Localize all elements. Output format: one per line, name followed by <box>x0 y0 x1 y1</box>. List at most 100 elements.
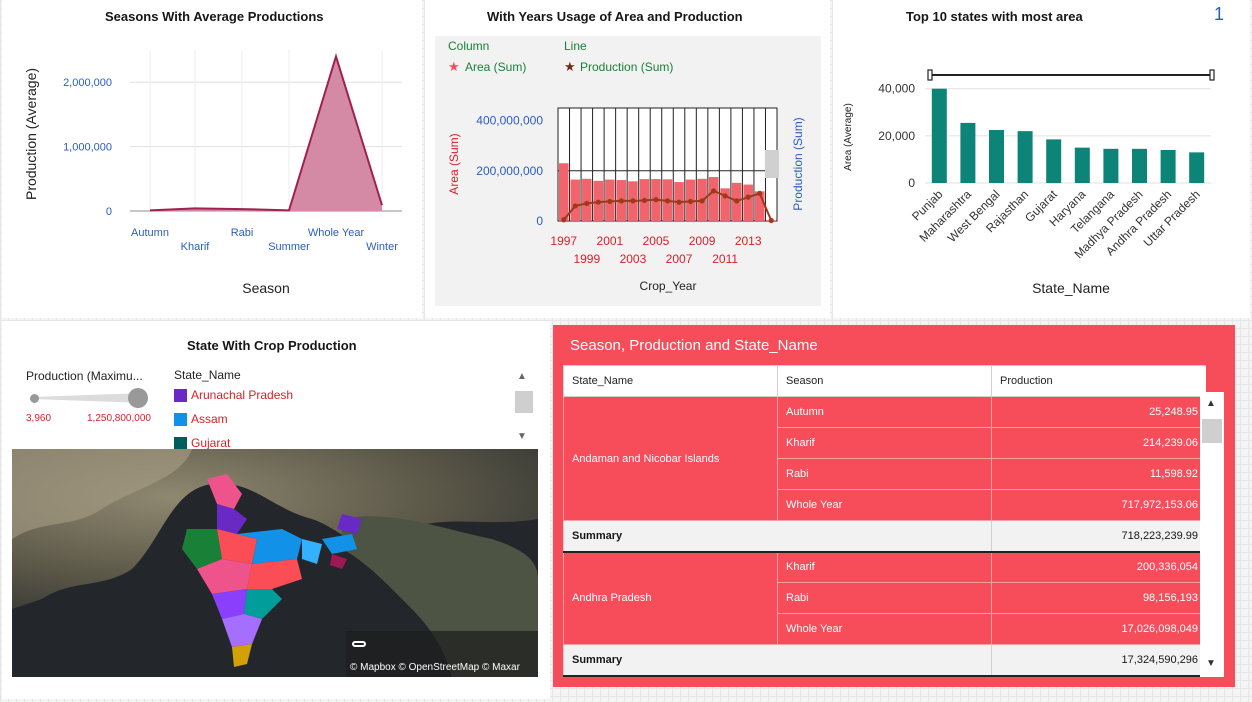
table-row[interactable]: Andhra Pradesh Kharif 200,336,054 <box>563 551 1206 645</box>
y-tick-label: 40,000 <box>878 82 915 96</box>
area-bar <box>1103 148 1119 183</box>
legend-scroll-down-icon[interactable]: ▼ <box>517 431 527 442</box>
production-point <box>618 198 624 204</box>
size-legend-max: 1,250,800,000 <box>87 413 151 424</box>
production-point <box>711 188 717 194</box>
table-title: Season, Production and State_Name <box>570 337 818 354</box>
production-point <box>561 217 567 223</box>
table-scrollbar-thumb[interactable] <box>1202 419 1222 443</box>
area-bar <box>1074 147 1090 183</box>
star-icon: ★ <box>448 59 460 74</box>
y-tick-label: 20,000 <box>878 129 915 143</box>
x-tick-label: 2013 <box>735 234 762 248</box>
column-header-production[interactable]: Production <box>991 365 1206 397</box>
summary-value[interactable]: 718,223,239.99 <box>991 520 1206 553</box>
area-bar <box>720 188 730 221</box>
legend-swatch <box>174 412 187 426</box>
production-cell[interactable]: 200,336,054 <box>991 551 1206 583</box>
top10-bar-chart[interactable]: 020,00040,000PunjabMaharashtraWest Benga… <box>833 0 1250 318</box>
summary-label: Summary <box>563 644 992 677</box>
map-title: State With Crop Production <box>187 338 357 353</box>
x-tick-label: Kharif <box>181 241 211 253</box>
y-tick-label: 1,000,000 <box>63 142 112 154</box>
column-header-state-name[interactable]: State_Name <box>563 365 778 397</box>
map-attribution[interactable]: © Mapbox © OpenStreetMap © Maxar <box>350 662 520 673</box>
table-scroll-up-icon[interactable]: ▲ <box>1206 398 1216 409</box>
crosstab-wrapper[interactable]: State_Name Season Production Andaman and… <box>563 365 1206 677</box>
table-panel[interactable]: Season, Production and State_Name State_… <box>553 325 1235 687</box>
years-panel[interactable]: With Years Usage of Area and Production … <box>425 0 830 318</box>
season-cell[interactable]: Whole Year <box>777 489 992 521</box>
production-point <box>595 199 601 205</box>
area-bar <box>582 178 592 221</box>
crosstab-table: State_Name Season Production Andaman and… <box>563 365 1206 677</box>
legend-scrollbar-thumb[interactable] <box>515 391 533 413</box>
x-tick-label: Summer <box>268 241 310 253</box>
y-tick-label: 0 <box>106 206 112 218</box>
season-cell[interactable]: Whole Year <box>777 613 992 645</box>
y-axis-title: Production (Average) <box>23 68 39 200</box>
legend-scroll-up-icon[interactable]: ▲ <box>517 371 527 382</box>
legend-item-label: Gujarat <box>191 436 231 450</box>
production-cell[interactable]: 17,026,098,049 <box>991 613 1206 645</box>
production-point <box>734 198 740 204</box>
season-cell[interactable]: Rabi <box>777 458 992 490</box>
india-map[interactable]: © Mapbox © OpenStreetMap © Maxar <box>12 449 538 677</box>
y-axis-title: Area (Average) <box>843 103 854 171</box>
years-combo-chart[interactable]: Column Line ★ Area (Sum) ★ Production (Sum) 0 2… <box>425 0 830 318</box>
y2-axis-title: Production (Sum) <box>791 117 805 210</box>
production-point <box>584 200 590 207</box>
production-cell[interactable]: 717,972,153.06 <box>991 489 1206 521</box>
production-cell[interactable]: 214,239.06 <box>991 427 1206 459</box>
production-point <box>630 198 636 204</box>
state-cell[interactable]: Andhra Pradesh <box>563 551 778 645</box>
table-scrollbar[interactable]: ▲ ▼ <box>1200 392 1224 677</box>
table-scroll-down-icon[interactable]: ▼ <box>1206 658 1216 669</box>
map-panel[interactable]: State With Crop Production Production (M… <box>2 321 550 699</box>
production-point <box>641 197 648 204</box>
top10-panel[interactable]: Top 10 states with most area 1 0 20,000 40… <box>833 0 1250 318</box>
area-bar <box>1160 150 1176 183</box>
column-header-season[interactable]: Season <box>777 365 992 397</box>
x-tick-label: 1997 <box>550 234 577 248</box>
zoom-out-icon[interactable] <box>352 641 366 647</box>
legend-column-heading: Column <box>448 39 489 53</box>
range-slider-handle-right <box>1209 69 1215 81</box>
season-cell[interactable]: Autumn <box>777 396 992 428</box>
y-tick-label: 200,000,000 <box>476 164 543 178</box>
summary-row[interactable]: Summary 718,223,239.99 <box>563 520 1206 553</box>
production-point <box>572 203 578 209</box>
legend-item-assam[interactable]: Assam <box>174 412 228 426</box>
legend-item-arunachal-pradesh[interactable]: Arunachal Pradesh <box>174 388 293 402</box>
size-legend-title: Production (Maximu... <box>26 369 143 383</box>
production-cell[interactable]: 25,248.95 <box>991 396 1206 428</box>
x-tick-label: 2003 <box>620 252 647 266</box>
season-cell[interactable]: Kharif <box>777 551 992 583</box>
legend-item-label: Arunachal Pradesh <box>191 388 294 402</box>
plot-scroll-handle <box>765 150 779 178</box>
production-cell[interactable]: 98,156,193 <box>991 582 1206 614</box>
legend-item-gujarat[interactable]: Gujarat <box>174 436 230 450</box>
legend-line-heading: Line <box>564 39 587 53</box>
x-tick-label: 2011 <box>712 252 738 266</box>
table-header-row: State_Name Season Production <box>563 365 1206 397</box>
production-point <box>745 194 751 200</box>
x-tick-label: 2005 <box>643 234 670 248</box>
seasons-area-chart[interactable]: 0 1,000,000 2,000,000 Autumn Kharif Rabi Summe… <box>2 0 422 318</box>
seasons-panel[interactable]: Seasons With Average Productions 0 1,000,… <box>2 0 422 318</box>
area-bar <box>570 179 581 221</box>
production-point <box>757 190 763 196</box>
production-cell[interactable]: 11,598.92 <box>991 458 1206 490</box>
table-row[interactable]: Andaman and Nicobar Islands Autumn 25,24… <box>563 396 1206 521</box>
season-cell[interactable]: Kharif <box>777 427 992 459</box>
state-cell[interactable]: Andaman and Nicobar Islands <box>563 396 778 521</box>
season-cell[interactable]: Rabi <box>777 582 992 614</box>
area-bar <box>960 122 976 183</box>
x-tick-label: 2009 <box>689 234 716 248</box>
area-bar <box>559 163 569 221</box>
legend-swatch <box>174 436 187 450</box>
area-bar <box>1046 139 1062 183</box>
x-tick-label: 2007 <box>666 252 693 266</box>
summary-row[interactable]: Summary 17,324,590,296 <box>563 644 1206 677</box>
summary-value[interactable]: 17,324,590,296 <box>991 644 1206 677</box>
